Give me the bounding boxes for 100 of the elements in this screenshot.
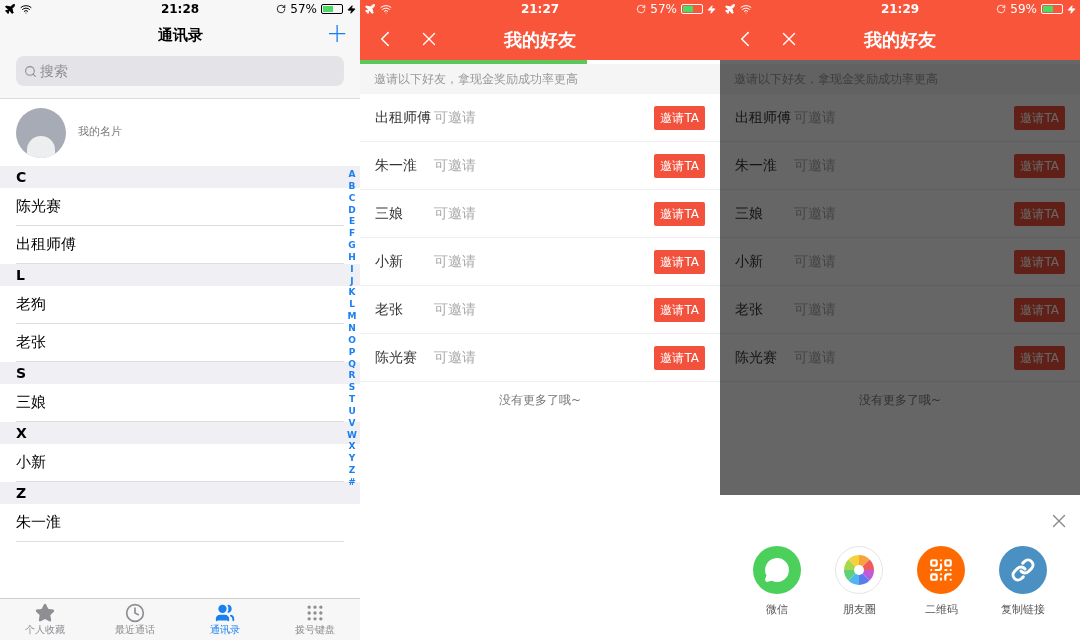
index-letter[interactable]: B: [348, 180, 356, 193]
index-letter[interactable]: W: [347, 429, 357, 442]
search-field[interactable]: 搜索: [16, 56, 344, 86]
tab-item[interactable]: 通讯录: [180, 599, 270, 640]
friend-name: 朱一淮: [375, 156, 418, 175]
index-letter[interactable]: U: [348, 405, 356, 418]
invite-button[interactable]: 邀请TA: [1014, 105, 1065, 130]
star-icon: [35, 603, 55, 623]
keypad-icon: [305, 603, 325, 623]
screen-title: 我的好友: [504, 27, 576, 52]
invite-button[interactable]: 邀请TA: [1014, 153, 1065, 178]
friend-name: 出租师傅: [735, 108, 792, 127]
dim-overlay[interactable]: [720, 60, 1080, 495]
battery-icon: [321, 4, 343, 14]
screen-title: 通讯录: [157, 24, 203, 46]
add-button[interactable]: +: [326, 18, 348, 48]
index-letter[interactable]: I: [350, 263, 354, 276]
index-letter[interactable]: V: [348, 417, 356, 430]
invite-button[interactable]: 邀请TA: [654, 345, 705, 370]
airplane-icon: [364, 3, 376, 15]
people-icon: [215, 603, 235, 623]
status-time: 21:28: [160, 1, 200, 18]
invite-button[interactable]: 邀请TA: [654, 249, 705, 274]
friend-name: 陈光赛: [735, 348, 778, 367]
friend-name: 陈光赛: [375, 348, 418, 367]
contact-name[interactable]: 小新: [16, 451, 46, 474]
avatar-placeholder: [16, 107, 66, 158]
wifi-icon: [20, 3, 32, 15]
airplane-icon: [4, 3, 16, 15]
charging-icon: [1067, 4, 1076, 14]
index-letter[interactable]: F: [348, 228, 356, 241]
battery-icon: [681, 4, 703, 14]
index-letter[interactable]: O: [348, 334, 356, 347]
rotation-lock-icon: [996, 4, 1007, 14]
index-letter[interactable]: M: [347, 311, 357, 323]
index-letter[interactable]: S: [348, 382, 356, 395]
qr-code-icon[interactable]: [917, 546, 965, 594]
airplane-icon: [724, 3, 736, 15]
index-letter[interactable]: A: [348, 169, 356, 181]
battery-percent: 57%: [290, 1, 317, 18]
index-letter[interactable]: Z: [348, 465, 356, 477]
friend-name: 老张: [375, 300, 404, 319]
friend-name: 小新: [375, 252, 404, 271]
status-time: 21:29: [880, 1, 920, 18]
contact-name[interactable]: 老狗: [16, 293, 46, 316]
tab-item[interactable]: 最近通话: [90, 599, 180, 640]
status-time: 21:27: [520, 1, 560, 18]
friend-status: 可邀请: [434, 252, 476, 271]
friend-status: 可邀请: [434, 348, 476, 367]
index-letter[interactable]: J: [350, 275, 354, 288]
aperture-icon[interactable]: [835, 546, 883, 594]
index-letter[interactable]: N: [348, 322, 356, 335]
friend-name: 小新: [735, 252, 764, 271]
clock-icon: [125, 603, 145, 623]
invite-button[interactable]: 邀请TA: [1014, 249, 1065, 274]
index-letter[interactable]: K: [348, 287, 356, 300]
tab-item[interactable]: 个人收藏: [0, 599, 90, 640]
share-option-label: 微信: [766, 602, 788, 618]
invite-button[interactable]: 邀请TA: [1014, 345, 1065, 370]
index-letter[interactable]: G: [348, 240, 356, 252]
friend-status: 可邀请: [434, 204, 476, 223]
friend-name: 老张: [735, 300, 764, 319]
invite-button[interactable]: 邀请TA: [654, 297, 705, 322]
share-option-label: 二维码: [924, 602, 958, 618]
invite-button[interactable]: 邀请TA: [654, 201, 705, 226]
battery-percent: 59%: [1010, 1, 1037, 18]
wifi-icon: [740, 3, 752, 15]
friend-name: 三娘: [735, 204, 764, 223]
index-letter[interactable]: Y: [348, 453, 356, 466]
share-option-label: 朋友圈: [842, 602, 876, 618]
invite-button[interactable]: 邀请TA: [654, 153, 705, 178]
battery-icon: [1041, 4, 1063, 14]
index-letter[interactable]: C: [348, 192, 356, 205]
contact-name[interactable]: 出租师傅: [16, 233, 76, 256]
friend-status: 可邀请: [434, 156, 476, 175]
invite-button[interactable]: 邀请TA: [654, 105, 705, 130]
index-letter[interactable]: D: [348, 204, 356, 217]
wechat-icon[interactable]: [753, 546, 801, 594]
index-letter[interactable]: X: [348, 441, 356, 454]
index-letter[interactable]: R: [348, 370, 356, 383]
list-end-text: 没有更多了哦~: [498, 392, 582, 409]
search-icon: [24, 65, 37, 78]
index-letter[interactable]: E: [348, 216, 356, 229]
contact-name[interactable]: 朱一淮: [16, 511, 61, 534]
wifi-icon: [380, 3, 392, 15]
rotation-lock-icon: [636, 4, 647, 14]
contact-name[interactable]: 陈光赛: [16, 195, 61, 218]
index-letter[interactable]: T: [348, 394, 356, 406]
charging-icon: [707, 4, 716, 14]
index-letter[interactable]: L: [349, 299, 355, 312]
index-letter[interactable]: H: [348, 251, 356, 264]
contact-name[interactable]: 三娘: [16, 391, 46, 414]
screen-title: 我的好友: [864, 27, 936, 52]
index-letter[interactable]: Q: [348, 358, 356, 371]
invite-button[interactable]: 邀请TA: [1014, 297, 1065, 322]
invite-button[interactable]: 邀请TA: [1014, 201, 1065, 226]
contact-name[interactable]: 老张: [16, 331, 46, 354]
link-icon[interactable]: [999, 546, 1047, 594]
tab-item[interactable]: 拨号键盘: [270, 599, 360, 640]
index-letter[interactable]: P: [348, 346, 356, 359]
